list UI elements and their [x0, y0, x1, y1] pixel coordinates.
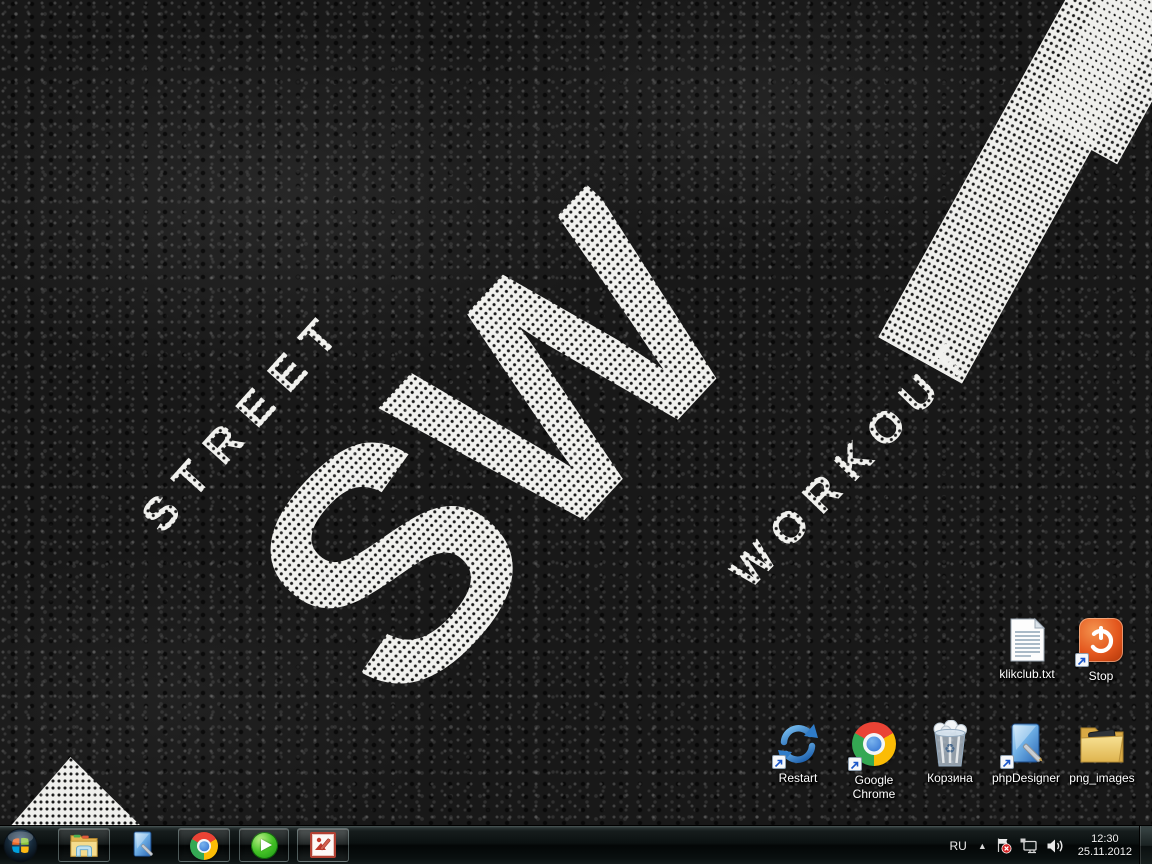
- desktop-icon-klikclub-txt[interactable]: klikclub.txt: [989, 616, 1065, 681]
- desktop-icon-label: Корзина: [912, 771, 988, 785]
- desktop-icon-restart[interactable]: Restart: [760, 720, 836, 785]
- wallpaper-sw-text: SW: [194, 149, 790, 754]
- text-file-icon: [1003, 616, 1051, 664]
- picture-manager-icon: [310, 832, 336, 858]
- restart-arrows-icon: [774, 720, 822, 768]
- desktop: SW STREET WORKOUT klikclub.txt: [0, 0, 1152, 864]
- shortcut-arrow-icon: [772, 755, 786, 769]
- desktop-icon-label: phpDesigner: [988, 771, 1064, 785]
- desktop-icon-label: Restart: [760, 771, 836, 785]
- google-chrome-icon: [190, 832, 218, 860]
- tray-date: 25.11.2012: [1078, 846, 1132, 859]
- road-stripe-bottom-left: [8, 757, 144, 829]
- windows-start-orb-icon: [3, 828, 38, 863]
- desktop-icon-label: Google Chrome: [836, 773, 912, 801]
- system-tray: RU ▲ 12:30 25.11.2012: [946, 826, 1138, 864]
- shortcut-arrow-icon: [1075, 653, 1089, 667]
- network-monitor-icon[interactable]: [1020, 838, 1038, 854]
- power-stop-icon: [1077, 618, 1125, 666]
- taskbar-button-media-player[interactable]: [239, 828, 289, 862]
- folder-images-icon: [1078, 720, 1126, 768]
- tray-time: 12:30: [1078, 833, 1132, 846]
- taskbar: RU ▲ 12:30 25.11.2012: [0, 825, 1152, 864]
- desktop-icon-png-images[interactable]: png_images: [1064, 720, 1140, 785]
- desktop-icon-recycle-bin[interactable]: ♻ Корзина: [912, 720, 988, 785]
- taskbar-button-google-chrome[interactable]: [178, 828, 230, 862]
- recycle-bin-full-icon: ♻: [926, 720, 974, 768]
- taskbar-button-phpdesigner[interactable]: [121, 828, 165, 862]
- chrome-icon: [850, 722, 898, 770]
- phpdesigner-icon: [130, 831, 156, 859]
- taskbar-button-picture-manager[interactable]: [297, 828, 349, 862]
- shortcut-arrow-icon: [1000, 755, 1014, 769]
- flag-alert-icon[interactable]: [995, 837, 1012, 854]
- chevron-up-icon[interactable]: ▲: [978, 841, 987, 851]
- show-desktop-button[interactable]: [1139, 826, 1152, 864]
- speaker-icon[interactable]: [1046, 838, 1064, 854]
- svg-text:♻: ♻: [944, 742, 956, 757]
- start-button[interactable]: [3, 828, 38, 863]
- taskbar-button-windows-explorer[interactable]: [58, 828, 110, 862]
- desktop-icon-label: png_images: [1064, 771, 1140, 785]
- desktop-icon-phpdesigner[interactable]: phpDesigner: [988, 720, 1064, 785]
- windows-explorer-icon: [69, 831, 99, 859]
- tray-clock[interactable]: 12:30 25.11.2012: [1072, 833, 1138, 859]
- phpdesigner-icon: [1002, 720, 1050, 768]
- desktop-icon-google-chrome[interactable]: Google Chrome: [836, 720, 912, 801]
- media-player-icon: [251, 832, 278, 859]
- shortcut-arrow-icon: [848, 757, 862, 771]
- language-indicator[interactable]: RU: [946, 837, 969, 855]
- desktop-icon-label: Stop: [1063, 669, 1139, 683]
- desktop-icon-stop[interactable]: Stop: [1063, 616, 1139, 683]
- desktop-icon-label: klikclub.txt: [989, 667, 1065, 681]
